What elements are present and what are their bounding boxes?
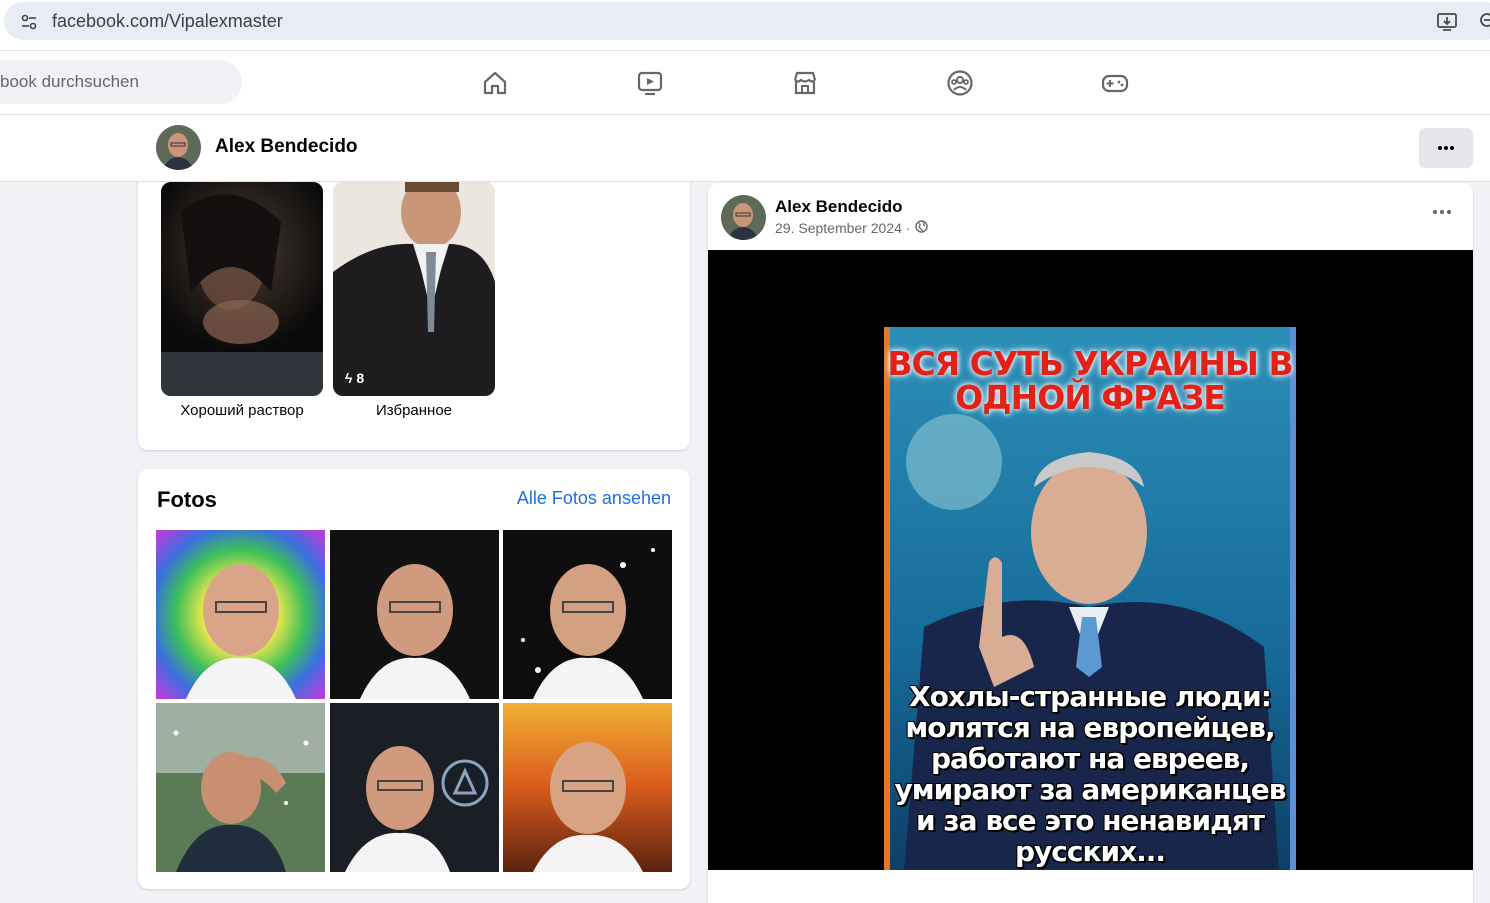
post-author-avatar[interactable] [721,195,766,240]
photos-card: Fotos Alle Fotos ansehen [138,469,690,889]
post-options-icon[interactable] [1427,197,1457,227]
photo-thumbnail[interactable] [503,703,672,872]
address-bar[interactable]: facebook.com/Vipalexmaster [4,2,1490,40]
install-app-icon[interactable] [1436,10,1458,37]
public-globe-icon [914,220,928,236]
photos-title: Fotos [157,487,217,512]
browser-toolbar: facebook.com/Vipalexmaster [0,0,1490,51]
highlight-item[interactable]: Хороший раствор [161,182,323,419]
meta-separator: · [905,220,911,236]
highlight-label: Избранное [375,402,453,419]
post-image[interactable]: ВСЯ СУТЬ УКРАИНЫ В ОДНОЙ ФРАЗЕ Хохлы-стр… [708,250,1473,870]
groups-icon[interactable] [942,65,978,101]
highlight-label: Хороший раствор [180,402,304,419]
gaming-icon[interactable] [1097,65,1133,101]
poster-image: ВСЯ СУТЬ УКРАИНЫ В ОДНОЙ ФРАЗЕ Хохлы-стр… [884,327,1296,870]
photo-thumbnail[interactable] [156,530,325,699]
stack-icon: ϟ [345,370,353,386]
marketplace-icon[interactable] [787,65,823,101]
highlight-cover-image[interactable]: ϟ 8 [333,182,495,396]
post-date[interactable]: 29. September 2024 [775,220,902,236]
site-info-icon[interactable] [14,7,44,37]
zoom-icon[interactable] [1478,10,1490,37]
photo-thumbnail[interactable] [330,703,499,872]
search-box[interactable] [0,60,242,104]
post-author-name[interactable]: Alex Bendecido [775,197,903,217]
see-all-photos-link[interactable]: Alle Fotos ansehen [517,488,671,509]
photo-thumbnail[interactable] [330,530,499,699]
photo-thumbnail[interactable] [503,530,672,699]
photo-thumbnail[interactable] [156,703,325,872]
search-input[interactable] [0,60,240,104]
highlight-count: ϟ 8 [345,370,365,386]
video-icon[interactable] [632,65,668,101]
post-card: Alex Bendecido 29. September 2024 · ВСЯ … [708,183,1473,903]
highlights-card: Хороший раствор ϟ 8 Избранное [138,160,690,450]
post-meta: 29. September 2024 · [775,220,928,236]
facebook-top-nav [0,51,1490,115]
highlight-cover-image[interactable] [161,182,323,396]
profile-name[interactable]: Alex Bendecido [215,136,358,158]
profile-avatar[interactable] [156,125,201,170]
highlight-item[interactable]: ϟ 8 Избранное [333,182,495,419]
profile-sticky-header: Alex Bendecido [0,115,1490,182]
poster-headline: ВСЯ СУТЬ УКРАИНЫ В ОДНОЙ ФРАЗЕ [887,344,1293,417]
more-dots-icon [1438,146,1454,150]
poster-body-text: Хохлы-странные люди: молятся на европейц… [894,680,1287,868]
home-icon[interactable] [477,65,513,101]
profile-more-button[interactable] [1419,128,1473,168]
url-text[interactable]: facebook.com/Vipalexmaster [52,11,283,32]
